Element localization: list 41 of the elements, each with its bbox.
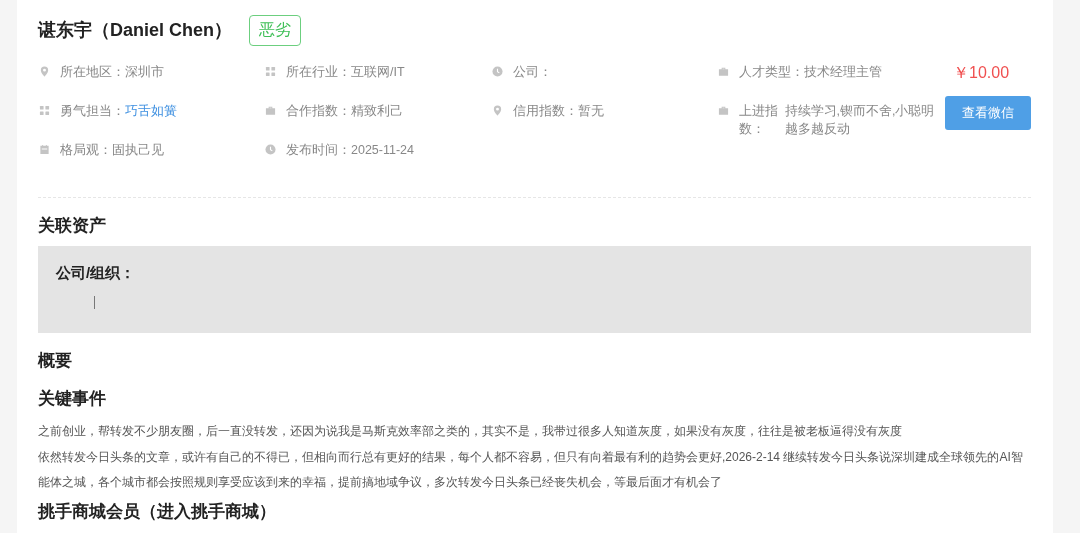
- info-value: 精致利己: [351, 103, 403, 120]
- info-label: 信用指数：: [513, 103, 578, 120]
- info-link[interactable]: 巧舌如簧: [125, 102, 177, 120]
- info-value: 暂无: [578, 103, 604, 120]
- info-label: 所在行业：: [286, 64, 351, 81]
- location-pin-icon: [492, 105, 503, 116]
- text-cursor: [94, 296, 95, 309]
- info-label: 发布时间：: [286, 142, 351, 159]
- grid-icon: [39, 105, 50, 116]
- section-heading: 关键事件: [38, 389, 107, 409]
- info-value: 互联网/IT: [351, 64, 405, 81]
- section-heading: 挑手商城会员（进入挑手商城）: [38, 501, 277, 522]
- info-label: 所在地区：: [60, 64, 125, 81]
- info-label: 公司：: [513, 64, 552, 81]
- info-label: 上进指数：: [739, 103, 779, 138]
- price: ￥10.00: [952, 63, 1011, 83]
- info-value: 2025-11-24: [351, 142, 414, 159]
- event-paragraph: 依然转发今日头条的文章，或许有自己的不得已，但相向而行总有更好的结果，每个人都不容易，但只有向着最有利的趋势会更好,2026-2-14 继续转发今日头条说深圳建成全球领先的AI智能体之城，各个城市都会按照规则享受应该到来的幸福，提前搞地域争议，多次转发今日头条已经丧失机会，等最后面才有机会了: [38, 448, 1024, 491]
- info-label: 合作指数：: [286, 103, 351, 120]
- info-value: 固执己见: [112, 142, 164, 159]
- clock-icon: [492, 66, 503, 77]
- briefcase-icon: [265, 105, 276, 116]
- briefcase-icon: [718, 105, 729, 116]
- company-label: 公司/组织：: [56, 264, 137, 283]
- info-value: 深圳市: [125, 64, 164, 81]
- info-label: 人才类型：: [739, 64, 804, 81]
- clock-icon: [265, 144, 276, 155]
- info-value: 持续学习,锲而不舍,小聪明越多越反动: [784, 103, 935, 138]
- person-name: 谌东宇（Daniel Chen）: [38, 19, 233, 42]
- view-wechat-button[interactable]: 查看微信: [945, 96, 1031, 130]
- info-label: 格局观：: [60, 142, 112, 159]
- briefcase-icon: [718, 66, 729, 77]
- rating-tag: 恶劣: [249, 14, 302, 46]
- info-value: 技术经理主管: [804, 64, 882, 81]
- event-paragraph: 之前创业，帮转发不少朋友圈，后一直没转发，还因为说我是马斯克效率部之类的，其实不是，我带过很多人知道灰度，如果没有灰度，往往是被老板逼得没有灰度: [38, 423, 903, 440]
- info-label: 勇气担当：: [60, 103, 125, 120]
- section-heading: 概要: [38, 351, 73, 371]
- section-heading: 关联资产: [38, 216, 107, 236]
- grid-icon: [265, 66, 276, 77]
- calendar-icon: [39, 144, 50, 155]
- location-pin-icon: [39, 66, 50, 77]
